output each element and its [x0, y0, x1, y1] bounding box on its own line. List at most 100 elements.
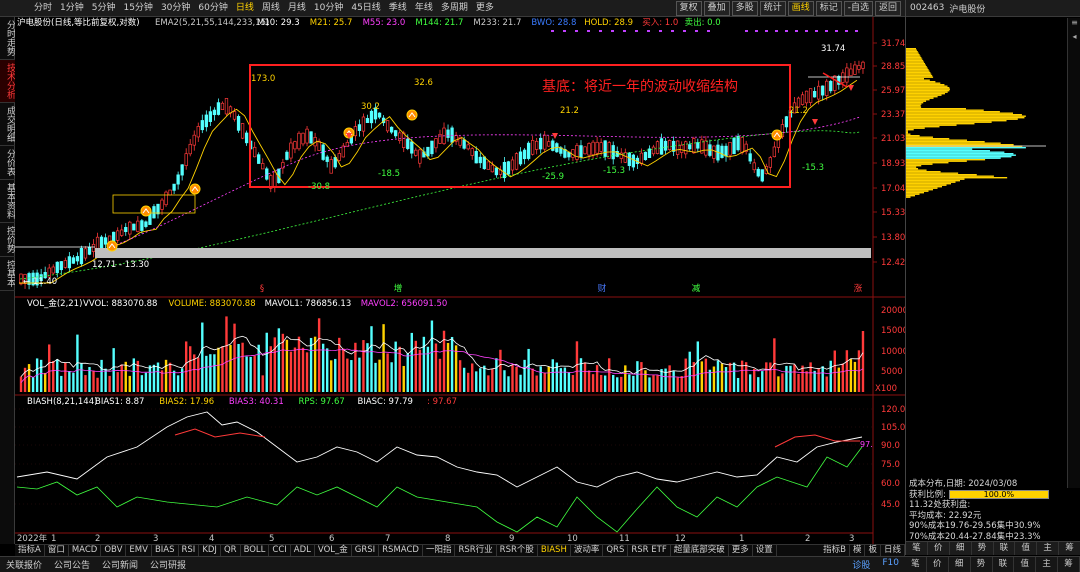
left-tab[interactable]: 分时走势 [0, 17, 15, 60]
panel-tab[interactable]: 筹 [1059, 542, 1080, 555]
indicator-tab[interactable]: QR [221, 545, 241, 556]
indicator-tab[interactable]: RSR行业 [455, 545, 497, 556]
left-tab[interactable]: 控价势 [0, 223, 15, 257]
period-tab[interactable]: 更多 [472, 0, 498, 16]
indicator-tab[interactable]: BOLL [241, 545, 270, 556]
footer-tab[interactable]: 价 [927, 557, 949, 572]
candle-body [817, 85, 821, 100]
period-tab[interactable]: 30分钟 [157, 0, 194, 16]
status-link[interactable]: 关联报价 [0, 558, 48, 571]
candle-body [845, 67, 849, 83]
indicator-tab[interactable]: MACD [69, 545, 102, 556]
indicator-tab[interactable]: BIAS [152, 545, 179, 556]
indicator-tab[interactable]: ADL [291, 545, 315, 556]
toolbar-button[interactable]: 画线 [787, 1, 814, 16]
candle-body [389, 126, 394, 133]
indicator-tab[interactable]: RSMACD [379, 545, 423, 556]
toolbar-button[interactable]: 返回 [874, 1, 901, 16]
period-tab[interactable]: 10分钟 [310, 0, 347, 16]
period-tab[interactable]: 15分钟 [119, 0, 156, 16]
indicator-right-tab[interactable]: 日线 [881, 545, 905, 556]
footer-tab[interactable]: 势 [971, 557, 993, 572]
period-tab[interactable]: 月线 [284, 0, 310, 16]
chart-area[interactable]: 基底：将近一年的波动收缩结构 沪电股份(日线,等比前复权,对数) EMA2(5,21… [15, 17, 908, 544]
indicator-tab[interactable]: 设置 [753, 545, 777, 556]
footer-tab[interactable]: 筹 [1058, 557, 1080, 572]
expand-icon[interactable]: ◂ [1068, 32, 1080, 44]
panel-tab[interactable]: 联 [994, 542, 1016, 555]
indicator-tab[interactable]: 窗口 [45, 545, 69, 556]
footer-tab[interactable]: 笔 [905, 557, 927, 572]
panel-tab[interactable]: 价 [928, 542, 950, 555]
panel-tab[interactable]: 主 [1037, 542, 1060, 555]
stock-name: 沪电股份 [949, 4, 986, 15]
indicator-tab[interactable]: VOL_金 [315, 545, 352, 556]
toolbar-button[interactable]: 复权 [675, 1, 702, 16]
left-tab[interactable]: 基本资料 [0, 180, 15, 223]
candle-body [329, 159, 333, 174]
toolbar-button[interactable]: 叠加 [703, 1, 730, 16]
indicator-tab[interactable]: EMV [126, 545, 152, 556]
status-link[interactable]: 公司公告 [48, 558, 96, 571]
indicator-tab[interactable]: CCI [269, 545, 291, 556]
kline-chart[interactable]: 基底：将近一年的波动收缩结构 沪电股份(日线,等比前复权,对数) EMA2(5,21… [15, 17, 908, 544]
toolbar-button[interactable]: 标记 [815, 1, 842, 16]
toolbar-button[interactable]: 统计 [759, 1, 786, 16]
footer-tab[interactable]: 主 [1036, 557, 1059, 572]
toolbar-button[interactable]: -自选 [843, 1, 873, 16]
panel-tab[interactable]: 势 [972, 542, 994, 555]
period-tab[interactable]: 60分钟 [194, 0, 231, 16]
period-tab[interactable]: 季线 [385, 0, 411, 16]
status-right-link[interactable]: F10 [876, 558, 905, 571]
menu-icon[interactable]: ≡ [1068, 18, 1080, 30]
period-tab[interactable]: 周线 [258, 0, 284, 16]
indicator-tab[interactable]: GRSI [352, 545, 380, 556]
indicator-tab[interactable]: QRS [603, 545, 629, 556]
indicator-tab[interactable]: RSR个股 [497, 545, 538, 556]
indicator-tab[interactable]: 一阳指 [423, 545, 456, 556]
period-tab[interactable]: 5分钟 [88, 0, 120, 16]
indicator-right-tab[interactable]: 板 [865, 545, 881, 556]
period-tab[interactable]: 1分钟 [56, 0, 88, 16]
volume-bar [684, 358, 687, 392]
indicator-tab[interactable]: OBV [101, 545, 127, 556]
volume-bar [716, 360, 720, 392]
period-tab[interactable]: 45日线 [347, 0, 384, 16]
footer-tab[interactable]: 联 [993, 557, 1015, 572]
candle-body [224, 98, 229, 115]
panel-tab[interactable]: 笔 [906, 542, 928, 555]
left-tab[interactable]: 分价表 [0, 146, 15, 180]
period-tab[interactable]: 年线 [411, 0, 437, 16]
indicator-tab[interactable]: 超量底部突破 [671, 545, 729, 556]
period-tab[interactable]: 分时 [30, 0, 56, 16]
period-tab[interactable]: 多周期 [437, 0, 472, 16]
volume-bar [612, 374, 615, 392]
candle-body [357, 124, 362, 131]
panel-tab[interactable]: 值 [1015, 542, 1038, 555]
indicator-right-tab[interactable]: 模 [850, 545, 866, 556]
status-link[interactable]: 公司研报 [144, 558, 192, 571]
status-link[interactable]: 公司新闻 [96, 558, 144, 571]
indicator-tab[interactable]: 指标A [15, 545, 45, 556]
volume-bar [491, 369, 494, 392]
status-right-link[interactable]: 诊股 [846, 558, 876, 571]
toolbar-button[interactable]: 多股 [731, 1, 758, 16]
period-tab[interactable]: 日线 [232, 0, 258, 16]
left-tab[interactable]: 控基本 [0, 257, 15, 291]
legend-item: M144: 21.7 [415, 18, 463, 28]
indicator-right-tab[interactable]: 指标B [820, 545, 850, 556]
footer-tab[interactable]: 细 [949, 557, 971, 572]
indicator-tab[interactable]: 更多 [729, 545, 753, 556]
indicator-tab[interactable]: RSR ETF [628, 545, 671, 556]
footer-tab[interactable]: 值 [1014, 557, 1037, 572]
indicator-tab[interactable]: KDJ [199, 545, 221, 556]
panel-footer-tabs: 笔价细势联值主筹 [905, 556, 1080, 572]
left-tab[interactable]: 技术分析 [0, 60, 15, 103]
price-label: -30.8 [308, 182, 330, 192]
panel-tab[interactable]: 细 [950, 542, 972, 555]
indicator-tab[interactable]: 波动率 [571, 545, 604, 556]
left-tab[interactable]: 成交明细 [0, 103, 15, 146]
indicator-tab[interactable]: RSI [179, 545, 200, 556]
candle-body [684, 141, 688, 155]
indicator-tab[interactable]: BIASH [538, 545, 571, 556]
